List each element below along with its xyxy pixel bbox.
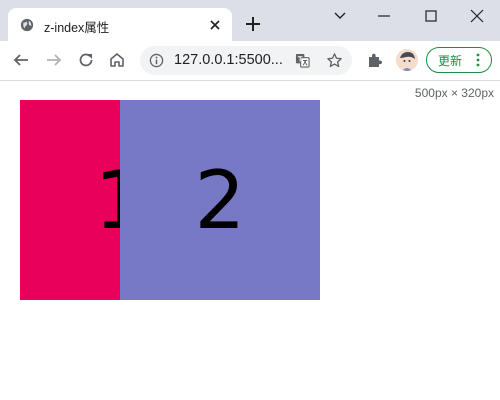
page-viewport: 500px × 320px 1 2 [0,81,500,400]
tab-strip: z-index属性 [0,0,500,41]
address-bar[interactable]: 127.0.0.1:5500... [140,46,352,75]
reload-icon[interactable] [77,51,95,69]
extensions-icon[interactable] [366,51,384,69]
forward-icon[interactable] [45,51,63,69]
maximize-icon[interactable] [422,7,440,25]
back-icon[interactable] [12,51,30,69]
close-icon[interactable] [208,18,222,32]
kebab-menu-icon [476,53,480,67]
info-icon[interactable] [149,53,164,68]
box-2-label: 2 [194,153,246,247]
avatar[interactable] [396,49,418,71]
update-button[interactable]: 更新 [426,47,492,73]
minimize-icon[interactable] [375,7,393,25]
profile-avatar-icon [396,49,418,71]
globe-icon [20,18,34,32]
url-text[interactable]: 127.0.0.1:5500... [174,52,283,68]
browser-tab[interactable]: z-index属性 [8,8,232,41]
viewport-size-readout: 500px × 320px [414,86,494,100]
home-icon[interactable] [108,51,126,69]
plus-icon[interactable] [244,15,262,33]
tab-title: z-index属性 [44,21,110,35]
update-button-label: 更新 [438,54,463,68]
box-2: 2 [120,100,320,300]
chevron-down-icon[interactable] [331,7,349,25]
translate-icon[interactable] [295,53,310,68]
close-window-icon[interactable] [468,7,486,25]
star-icon[interactable] [326,52,343,69]
browser-toolbar: 127.0.0.1:5500... 更新 [0,41,500,81]
